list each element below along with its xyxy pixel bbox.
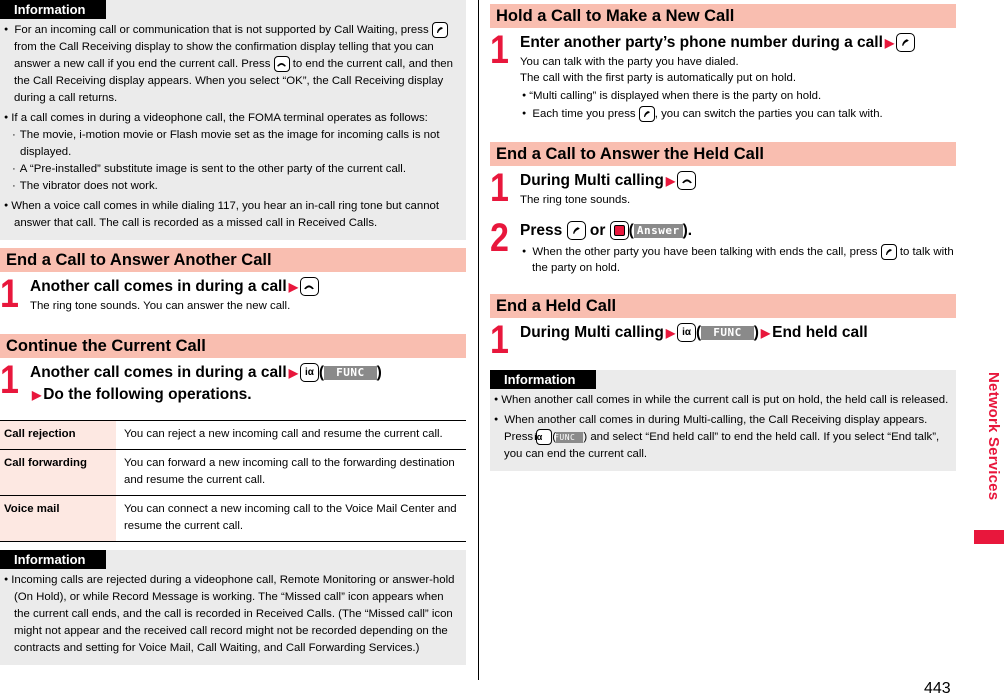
step: 2 Press or (Answer). When the other part… — [490, 216, 956, 276]
step: 1 Another call comes in during a call ▶ iα… — [0, 358, 466, 406]
operation-description: You can connect a new incoming call to t… — [116, 495, 466, 543]
step-title-cont: ▶ Do the following operations. — [32, 386, 252, 404]
information-tab: Information — [0, 0, 106, 19]
left-column: Information For an incoming call or comm… — [0, 0, 466, 666]
operation-label: Voice mail — [0, 495, 116, 543]
step-bullet: “Multi calling” is displayed when there … — [520, 88, 956, 104]
section-heading: End a Call to Answer the Held Call — [490, 142, 956, 167]
info-bullet: If a call comes in during a videophone c… — [0, 109, 462, 127]
call-key-icon — [638, 106, 655, 122]
operation-label: Call forwarding — [0, 449, 116, 497]
table-row: Voice mail You can connect a new incomin… — [0, 495, 466, 543]
arrow-right-icon: ▶ — [760, 326, 771, 341]
section-end-call-answer-held: End a Call to Answer the Held Call 1 Dur… — [490, 142, 956, 276]
func-softkey: FUNC — [324, 365, 377, 380]
step-title: Another call comes in during a call ▶ iα(F… — [30, 363, 382, 383]
table-row: Call forwarding You can forward a new in… — [0, 449, 466, 497]
section-heading: Continue the Current Call — [0, 334, 466, 359]
operation-description: You can forward a new incoming call to t… — [116, 449, 466, 497]
call-key-icon — [566, 221, 586, 241]
info-sub-item: The vibrator does not work. — [0, 178, 462, 195]
right-column: Hold a Call to Make a New Call 1 Enter a… — [490, 4, 956, 472]
arrow-right-icon: ▶ — [32, 388, 42, 403]
step-description: The call with the first party is automat… — [520, 72, 797, 84]
information-tab: Information — [0, 550, 106, 570]
step-title: Press or (Answer). — [520, 221, 693, 241]
step-description: You can talk with the party you have dia… — [520, 56, 739, 68]
section-end-held-call: End a Held Call 1 During Multi calling ▶ i… — [490, 294, 956, 363]
table-row: Call rejection You can reject a new inco… — [0, 420, 466, 451]
info-sub-item: A “Pre-installed” substitute image is se… — [0, 161, 462, 178]
center-key-icon — [609, 221, 629, 241]
func-softkey: FUNC — [554, 431, 584, 443]
step: 1 During Multi calling ▶ iα(FUNC) ▶ End held… — [490, 318, 956, 363]
section-heading: End a Call to Answer Another Call — [0, 248, 466, 273]
info-bullet: When a voice call comes in while dialing… — [0, 197, 462, 232]
step: 1 During Multi calling ▶ The ring tone so… — [490, 166, 956, 211]
info-bullet: For an incoming call or communication th… — [0, 21, 462, 107]
step-description: The ring tone sounds. — [520, 194, 631, 207]
step-number: 1 — [490, 318, 509, 363]
operation-label: Call rejection — [0, 420, 116, 451]
step-number: 2 — [490, 216, 509, 261]
answer-softkey: Answer — [633, 223, 683, 238]
section-heading: End a Held Call — [490, 294, 956, 319]
section-hold-call-new-call: Hold a Call to Make a New Call 1 Enter a… — [490, 4, 956, 122]
info-sub-item: The movie, i-motion movie or Flash movie… — [0, 127, 462, 161]
step-number: 1 — [490, 166, 509, 211]
i-alpha-key-icon: iα — [299, 363, 319, 383]
column-divider — [478, 0, 479, 680]
arrow-right-icon: ▶ — [884, 36, 895, 50]
step-description: The ring tone sounds. You can answer the… — [30, 300, 291, 313]
end-call-key-icon — [677, 171, 697, 191]
information-box-2: Information Incoming calls are rejected … — [0, 550, 466, 666]
arrow-right-icon: ▶ — [665, 174, 676, 189]
step-number: 1 — [0, 272, 19, 317]
i-alpha-key-icon: iα — [677, 323, 697, 343]
step: 1 Enter another party’s phone number dur… — [490, 28, 956, 122]
chapter-side-label: Network Services — [985, 372, 1002, 501]
step-bullet: When the other party you have been talki… — [520, 244, 956, 276]
i-alpha-key-icon: iα — [534, 429, 553, 446]
chapter-tab-marker — [974, 530, 1004, 544]
arrow-right-icon: ▶ — [665, 326, 676, 341]
section-heading: Hold a Call to Make a New Call — [490, 4, 956, 28]
step-title: Enter another party’s phone number durin… — [520, 32, 956, 54]
step-number: 1 — [490, 28, 509, 72]
information-box-1: Information For an incoming call or comm… — [0, 0, 466, 241]
call-key-icon — [896, 33, 916, 53]
func-softkey: FUNC — [701, 325, 754, 340]
arrow-right-icon: ▶ — [288, 366, 298, 381]
call-key-icon — [880, 244, 897, 261]
operations-table: Call rejection You can reject a new inco… — [0, 420, 466, 543]
information-box-3: Information When another call comes in w… — [490, 370, 956, 472]
info-bullet: Incoming calls are rejected during a vid… — [0, 571, 462, 657]
call-key-icon — [431, 21, 448, 38]
information-tab: Information — [490, 370, 596, 390]
section-end-call-answer-another: End a Call to Answer Another Call 1 Anot… — [0, 248, 466, 314]
operation-description: You can reject a new incoming call and r… — [116, 420, 466, 451]
end-call-key-icon — [273, 56, 290, 72]
info-bullet: When another call comes in while the cur… — [490, 391, 952, 409]
section-continue-current-call: Continue the Current Call 1 Another call… — [0, 334, 466, 406]
step-number: 1 — [0, 358, 19, 403]
step-bullet: Each time you press , you can switch the… — [520, 106, 956, 122]
step-title: During Multi calling ▶ iα(FUNC) ▶ End held c… — [520, 323, 868, 343]
end-call-key-icon — [299, 277, 319, 297]
info-bullet: When another call comes in during Multi-… — [490, 411, 952, 463]
page-number: 443 — [924, 680, 951, 697]
arrow-right-icon: ▶ — [288, 280, 298, 295]
step-title: Another call comes in during a call ▶ — [30, 276, 466, 298]
step-title: During Multi calling ▶ — [520, 170, 956, 192]
step: 1 Another call comes in during a call ▶ T… — [0, 272, 466, 317]
